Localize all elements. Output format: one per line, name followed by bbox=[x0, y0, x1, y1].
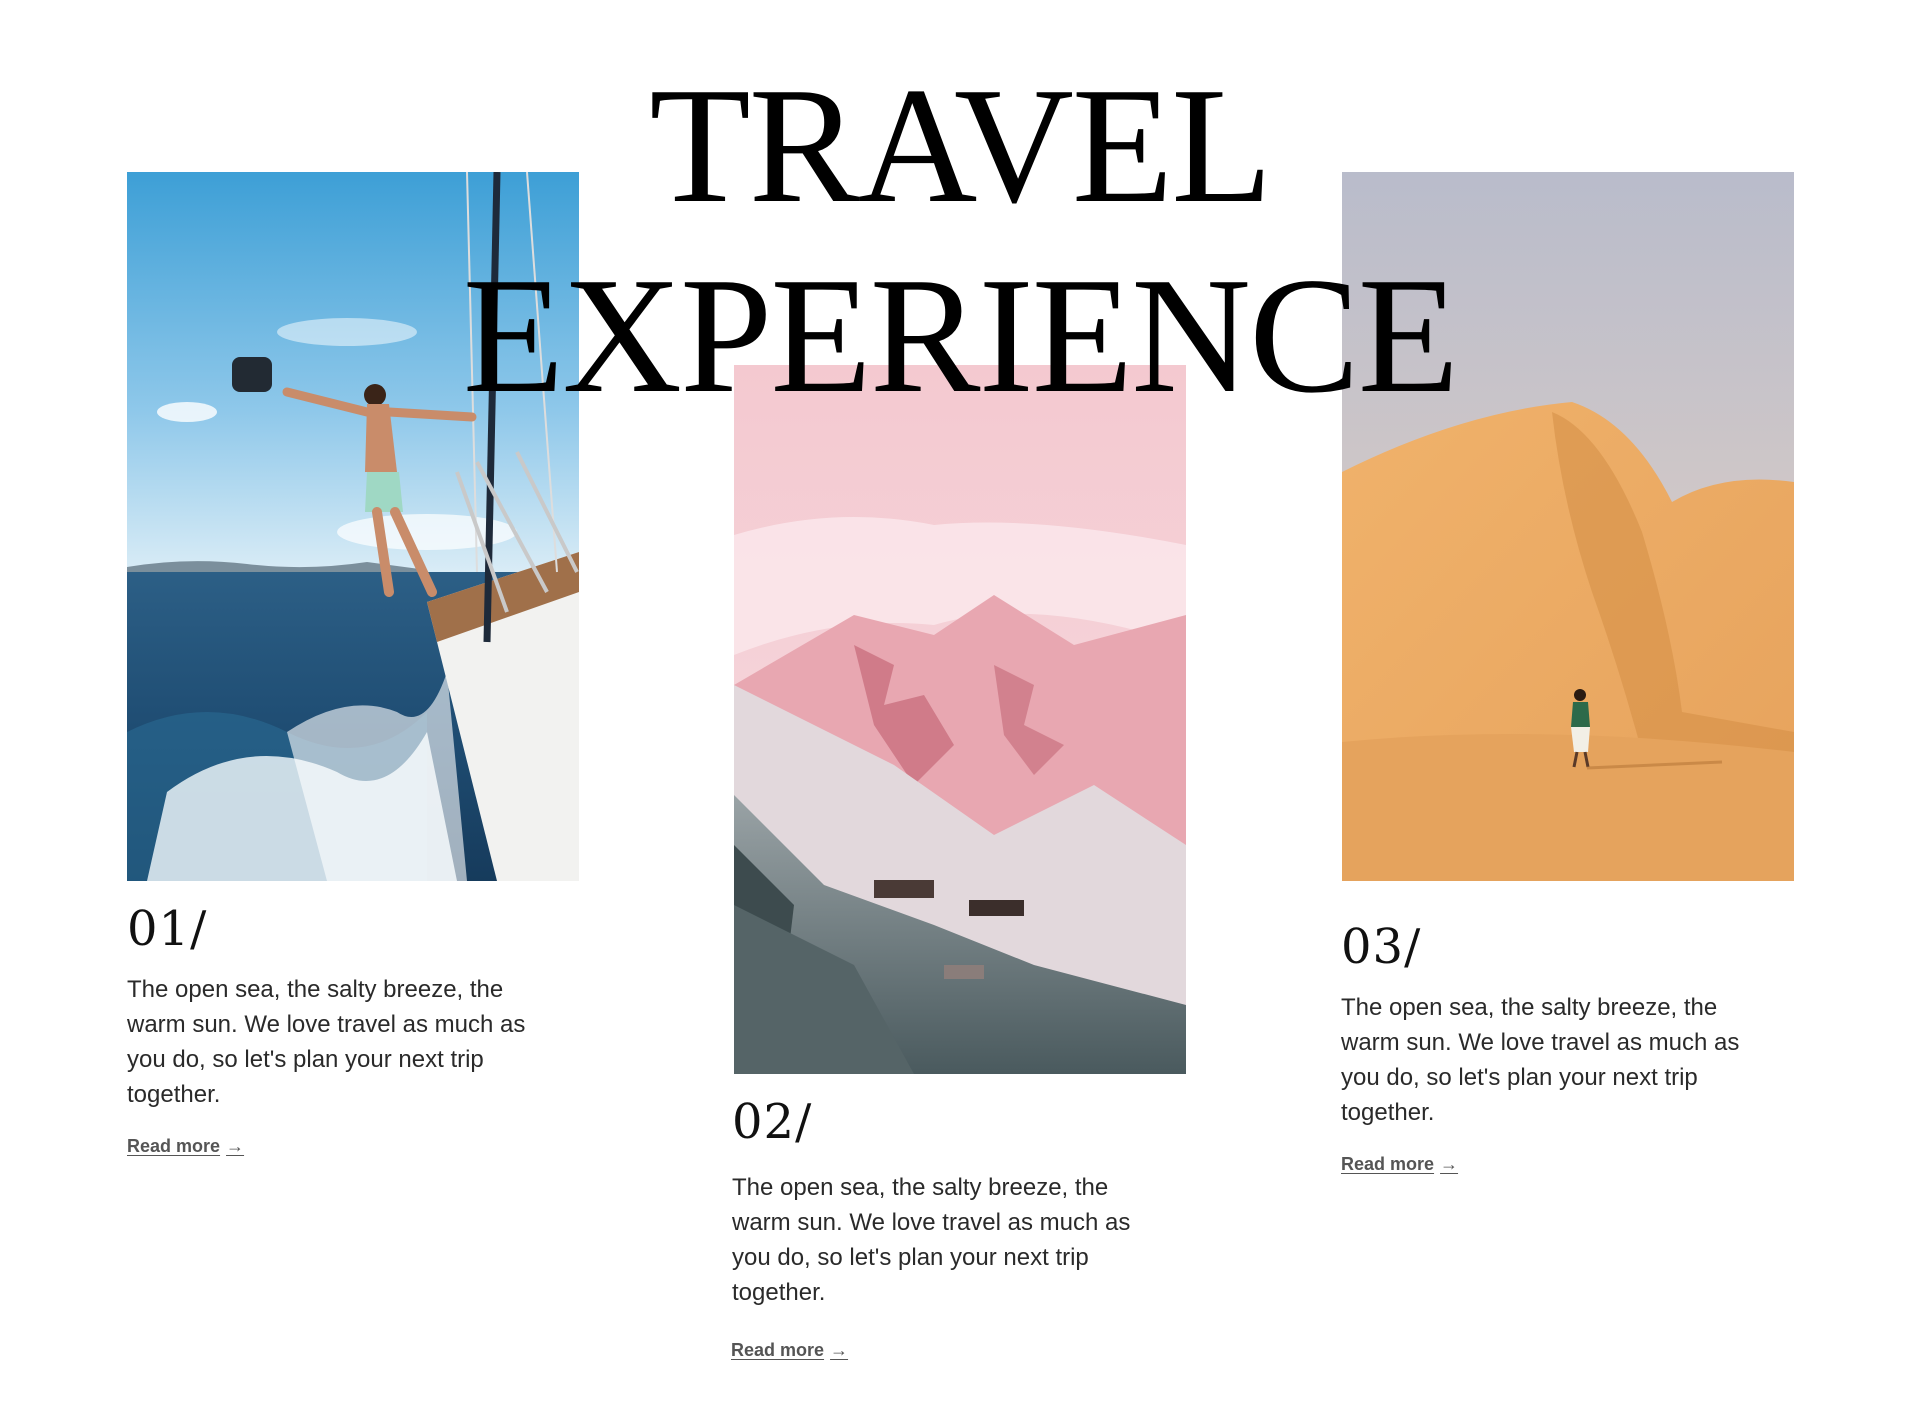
read-more-label: Read more bbox=[127, 1136, 221, 1156]
card-description: The open sea, the salty breeze, the warm… bbox=[732, 1174, 1131, 1306]
page-title-line-1: TRAVEL bbox=[649, 53, 1272, 237]
arrow-right-icon: → bbox=[226, 1136, 245, 1156]
arrow-right-icon: → bbox=[830, 1340, 849, 1360]
read-more-link[interactable]: Read more → bbox=[731, 1340, 848, 1361]
read-more-label: Read more bbox=[731, 1340, 825, 1360]
read-more-link[interactable]: Read more → bbox=[127, 1136, 244, 1157]
read-more-label: Read more bbox=[1341, 1154, 1435, 1174]
page-title-line-2: EXPERIENCE bbox=[462, 243, 1459, 427]
card-number: 02/ bbox=[732, 1094, 813, 1150]
arrow-right-icon: → bbox=[1440, 1154, 1459, 1174]
card-description: The open sea, the salty breeze, the warm… bbox=[127, 976, 526, 1108]
read-more-link[interactable]: Read more → bbox=[1341, 1154, 1458, 1175]
card-number: 01/ bbox=[127, 901, 208, 957]
card-description: The open sea, the salty breeze, the warm… bbox=[1341, 994, 1740, 1126]
pink-mountain-image bbox=[734, 365, 1186, 1074]
card-number: 03/ bbox=[1341, 919, 1422, 975]
